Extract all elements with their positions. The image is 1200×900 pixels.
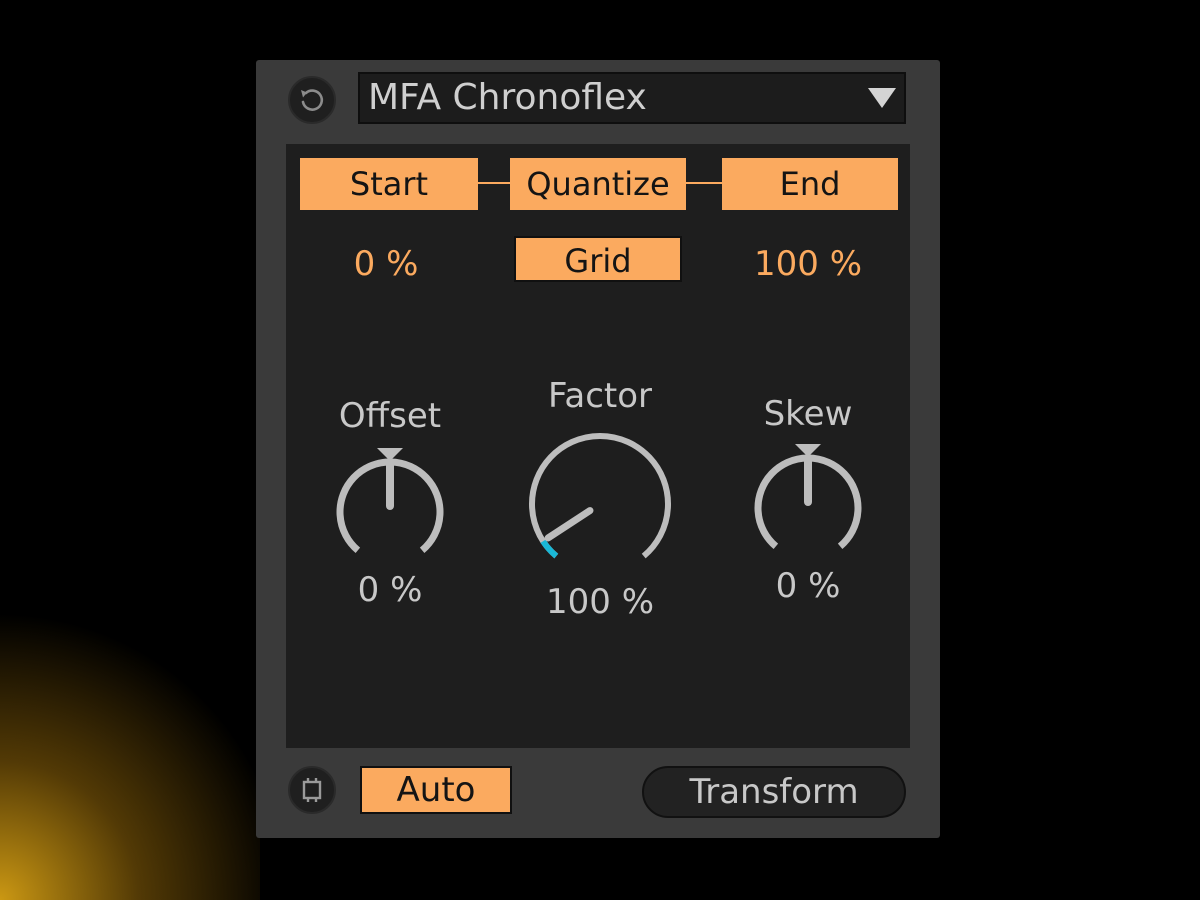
reset-icon bbox=[301, 89, 324, 111]
grid-button[interactable]: Grid bbox=[514, 236, 682, 282]
offset-value: 0 % bbox=[357, 570, 423, 610]
end-value[interactable]: 100 % bbox=[738, 242, 878, 286]
skew-label: Skew bbox=[763, 394, 853, 434]
preset-select[interactable]: MFA Chronoflex bbox=[358, 72, 906, 124]
skew-value: 0 % bbox=[775, 566, 841, 606]
hot-swap-button[interactable] bbox=[288, 766, 336, 814]
center-marker-icon bbox=[377, 448, 403, 461]
background-glow bbox=[0, 600, 260, 900]
hot-swap-icon bbox=[302, 778, 322, 802]
offset-knob[interactable] bbox=[330, 442, 450, 562]
chevron-down-icon[interactable] bbox=[868, 88, 896, 108]
start-button[interactable]: Start bbox=[300, 158, 478, 210]
start-value[interactable]: 0 % bbox=[326, 242, 446, 286]
transform-button[interactable]: Transform bbox=[642, 766, 906, 818]
quantize-button[interactable]: Quantize bbox=[510, 158, 686, 210]
factor-value: 100 % bbox=[545, 582, 654, 622]
center-marker-icon bbox=[795, 444, 821, 457]
control-panel: Start Quantize End Grid 0 % 100 % Offset… bbox=[286, 144, 910, 748]
start-quantize-connector bbox=[478, 182, 510, 184]
preset-name: MFA Chronoflex bbox=[368, 77, 647, 118]
factor-knob[interactable] bbox=[520, 420, 680, 580]
skew-knob[interactable] bbox=[748, 438, 868, 558]
factor-label: Factor bbox=[547, 376, 653, 416]
auto-button[interactable]: Auto bbox=[360, 766, 512, 814]
knob-pointer bbox=[544, 507, 594, 542]
knob-fill bbox=[540, 539, 559, 559]
end-button[interactable]: End bbox=[722, 158, 898, 210]
offset-label: Offset bbox=[338, 396, 442, 436]
reset-button[interactable] bbox=[288, 76, 336, 124]
device-panel: MFA Chronoflex Start Quantize End Grid 0… bbox=[256, 60, 940, 838]
quantize-end-connector bbox=[686, 182, 722, 184]
